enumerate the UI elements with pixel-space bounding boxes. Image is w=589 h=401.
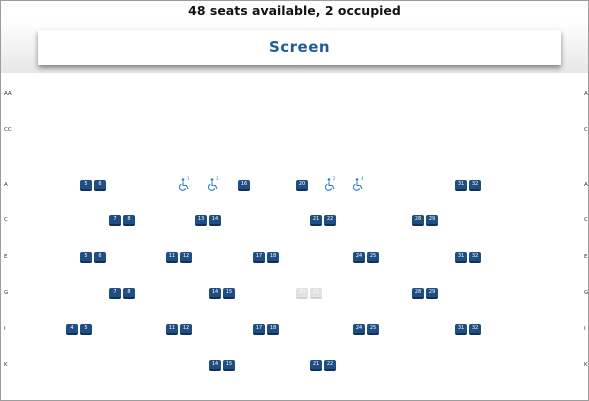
seat-e32[interactable]: 32 — [469, 252, 481, 263]
wheelchair-seat-number: 2 — [333, 176, 336, 181]
wheelchair-seat-a2[interactable]: 2 — [324, 176, 338, 191]
seat-e11[interactable]: 11 — [166, 252, 178, 263]
row-label-g-left: G — [4, 290, 9, 296]
seat-c22[interactable]: 22 — [324, 215, 336, 226]
seat-e12[interactable]: 12 — [180, 252, 192, 263]
row-label-cc-left: CC — [4, 127, 12, 133]
availability-summary: 48 seats available, 2 occupied — [188, 3, 401, 18]
seat-a20[interactable]: 20 — [296, 180, 308, 191]
seat-i31[interactable]: 31 — [455, 324, 467, 335]
row-label-i-right: I — [584, 326, 586, 332]
wheelchair-seat-number: 3 — [216, 176, 219, 181]
seat-a16[interactable]: 16 — [238, 180, 250, 191]
seat-g7[interactable]: 7 — [109, 288, 121, 299]
seat-e6[interactable]: 6 — [94, 252, 106, 263]
seat-c21[interactable]: 21 — [310, 215, 322, 226]
seat-i12[interactable]: 12 — [180, 324, 192, 335]
seat-a32[interactable]: 32 — [469, 180, 481, 191]
seat-a6[interactable]: 6 — [94, 180, 106, 191]
wheelchair-seat-a1[interactable]: 1 — [178, 176, 192, 191]
row-label-g-right: G — [584, 290, 589, 296]
seat-e5[interactable]: 5 — [80, 252, 92, 263]
row-label-a-right: A — [584, 182, 588, 188]
row-label-c-right: C — [584, 217, 588, 223]
seat-i25[interactable]: 25 — [367, 324, 379, 335]
seat-k22[interactable]: 22 — [324, 360, 336, 371]
seat-e31[interactable]: 31 — [455, 252, 467, 263]
wheelchair-seat-a3[interactable]: 3 — [207, 176, 221, 191]
seat-c8[interactable]: 8 — [123, 215, 135, 226]
row-label-e-left: E — [4, 254, 8, 260]
seat-c28[interactable]: 28 — [412, 215, 424, 226]
row-label-k-left: K — [4, 362, 8, 368]
row-label-i-left: I — [4, 326, 6, 332]
seat-i32[interactable]: 32 — [469, 324, 481, 335]
seat-k15[interactable]: 15 — [223, 360, 235, 371]
seat-e18[interactable]: 18 — [267, 252, 279, 263]
seat-k21[interactable]: 21 — [310, 360, 322, 371]
seat-i24[interactable]: 24 — [353, 324, 365, 335]
seat-i18[interactable]: 18 — [267, 324, 279, 335]
seat-e25[interactable]: 25 — [367, 252, 379, 263]
screen-label: Screen — [38, 30, 561, 65]
seat-e17[interactable]: 17 — [253, 252, 265, 263]
seat-a5[interactable]: 5 — [80, 180, 92, 191]
seat-g21: 21 — [310, 288, 322, 299]
wheelchair-seat-number: 4 — [361, 176, 364, 181]
seat-g28[interactable]: 28 — [412, 288, 424, 299]
seat-c29[interactable]: 29 — [426, 215, 438, 226]
row-label-aa-left: AA — [4, 91, 12, 97]
seat-c14[interactable]: 14 — [209, 215, 221, 226]
seat-c13[interactable]: 13 — [195, 215, 207, 226]
row-label-e-right: E — [584, 254, 588, 260]
seat-c7[interactable]: 7 — [109, 215, 121, 226]
seat-i11[interactable]: 11 — [166, 324, 178, 335]
seat-i4[interactable]: 4 — [66, 324, 78, 335]
seat-g8[interactable]: 8 — [123, 288, 135, 299]
seat-g29[interactable]: 29 — [426, 288, 438, 299]
row-label-cc-right: CC — [584, 127, 588, 133]
row-label-k-right: K — [584, 362, 588, 368]
seat-g15[interactable]: 15 — [223, 288, 235, 299]
wheelchair-seat-a4[interactable]: 4 — [352, 176, 366, 191]
row-label-a-left: A — [4, 182, 8, 188]
seat-i5[interactable]: 5 — [80, 324, 92, 335]
seat-g20: 20 — [296, 288, 308, 299]
row-label-aa-right: AA — [584, 91, 588, 97]
seat-g14[interactable]: 14 — [209, 288, 221, 299]
seat-k14[interactable]: 14 — [209, 360, 221, 371]
seat-a31[interactable]: 31 — [455, 180, 467, 191]
wheelchair-seat-number: 1 — [187, 176, 190, 181]
seat-map-frame: 48 seats available, 2 occupied Screen AA… — [0, 0, 589, 401]
seat-e24[interactable]: 24 — [353, 252, 365, 263]
row-label-c-left: C — [4, 217, 8, 223]
seat-i17[interactable]: 17 — [253, 324, 265, 335]
